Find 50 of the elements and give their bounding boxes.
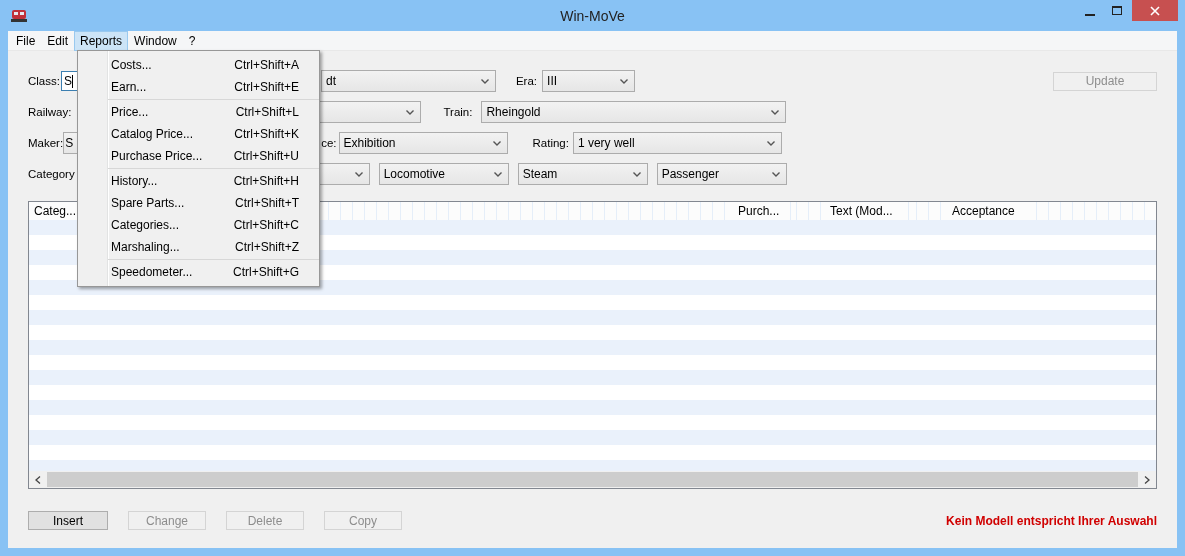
close-icon (1150, 5, 1160, 16)
maximize-icon (1111, 5, 1122, 16)
menu-item[interactable]: Catalog Price... Ctrl+Shift+K (78, 123, 319, 145)
menu-item[interactable]: Window (128, 30, 183, 51)
field-label: Rating: (532, 137, 569, 149)
menu-item[interactable]: Costs... Ctrl+Shift+A (78, 54, 319, 76)
menu-item[interactable]: Reports (74, 30, 129, 51)
chevron-icon (766, 140, 775, 146)
field-label: Category (28, 168, 75, 180)
chevron-icon (406, 109, 415, 115)
menu-item[interactable]: Earn... Ctrl+Shift+E (78, 76, 319, 98)
horizontal-scrollbar[interactable] (29, 471, 1156, 488)
field-label: Era: (515, 75, 538, 87)
chevron-icon (771, 171, 780, 177)
dropdown[interactable]: 1 very well (572, 132, 782, 154)
chevron-icon (480, 78, 489, 84)
scroll-right-icon[interactable] (1144, 475, 1150, 484)
menu-item[interactable]: Marshaling... Ctrl+Shift+Z (78, 236, 319, 258)
window-title: Win-MoVe (559, 7, 626, 24)
dropdown[interactable]: Steam (517, 163, 648, 185)
chevron-icon (354, 171, 363, 177)
dropdown[interactable]: Locomotive (378, 163, 509, 185)
menu-item[interactable]: Edit (41, 30, 75, 51)
field-label: Train: (443, 106, 473, 118)
menu-item[interactable]: ? (182, 30, 202, 51)
action-button[interactable]: Insert (28, 511, 108, 530)
field-label: Class: (28, 75, 60, 87)
dropdown[interactable]: Exhibition (338, 132, 508, 154)
column-header[interactable]: Purch... (733, 202, 791, 220)
chevron-icon (492, 140, 501, 146)
menu-item[interactable]: Purchase Price... Ctrl+Shift+U (78, 145, 319, 167)
chevron-icon (493, 171, 502, 177)
train-icon (11, 8, 27, 22)
chevron-icon (620, 78, 629, 84)
field-label: ce: (321, 137, 337, 149)
minimize-icon (1084, 13, 1095, 16)
field-label: Railway: (28, 106, 72, 118)
chevron-icon (632, 171, 641, 177)
field-label: Maker: (28, 137, 64, 149)
menu-item[interactable]: Price... Ctrl+Shift+L (78, 101, 319, 123)
scroll-left-icon[interactable] (35, 475, 41, 484)
menu-item[interactable]: File (10, 30, 42, 51)
dropdown[interactable]: dt (320, 70, 496, 92)
dropdown[interactable]: III (542, 70, 636, 92)
dropdown[interactable]: Passenger (656, 163, 787, 185)
chevron-icon (771, 109, 780, 115)
dropdown[interactable]: Rheingold (481, 101, 787, 123)
menu-item[interactable]: Speedometer... Ctrl+Shift+G (78, 261, 319, 283)
status-message: Kein Modell entspricht Ihrer Auswahl (946, 513, 1157, 528)
menu-item[interactable]: History... Ctrl+Shift+H (78, 170, 319, 192)
